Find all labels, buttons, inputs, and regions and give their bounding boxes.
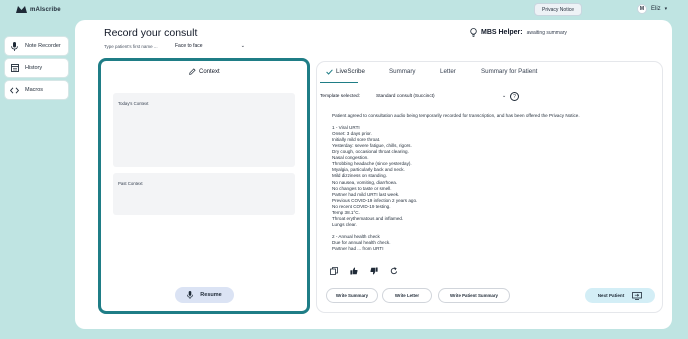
next-patient-label: Next Patient bbox=[597, 293, 625, 298]
write-patient-summary-button[interactable]: Write Patient Summary bbox=[439, 289, 509, 302]
transcript-line: Partner had ... from URTI bbox=[332, 246, 384, 252]
write-summary-button[interactable]: Write Summary bbox=[327, 289, 377, 302]
sidebar-item-note-recorder[interactable]: Note Recorder bbox=[5, 37, 68, 55]
tab-livescribe[interactable]: LiveScribe bbox=[326, 68, 365, 75]
page-title: Record your consult bbox=[104, 27, 198, 39]
sidebar-item-label: History bbox=[25, 65, 43, 71]
past-context-input[interactable] bbox=[113, 173, 295, 215]
chevron-down-icon: ⌄ bbox=[501, 94, 506, 99]
next-patient-button[interactable]: Next Patient bbox=[585, 288, 655, 303]
lightbulb-icon bbox=[470, 28, 477, 37]
tab-summary[interactable]: Summary bbox=[389, 68, 415, 75]
context-title: Context bbox=[189, 68, 220, 75]
copy-icon[interactable] bbox=[329, 266, 338, 275]
past-context-label: Past Context bbox=[118, 181, 143, 186]
brand-name: mAIscribe bbox=[30, 6, 61, 13]
template-label: Template selected: bbox=[320, 94, 360, 99]
user-name: Eliz bbox=[651, 6, 661, 12]
code-icon bbox=[10, 86, 19, 95]
checkmark-icon bbox=[326, 68, 333, 75]
resume-label: Resume bbox=[200, 292, 222, 298]
tab-summary-for-patient[interactable]: Summary for Patient bbox=[481, 68, 537, 75]
thumbs-down-icon[interactable] bbox=[369, 266, 378, 275]
monitor-arrow-icon bbox=[632, 291, 643, 300]
pencil-icon bbox=[189, 68, 196, 75]
patient-name-input[interactable]: Type patient's first name ... bbox=[104, 44, 158, 49]
help-icon[interactable]: ? bbox=[510, 92, 519, 101]
active-tab-indicator bbox=[320, 82, 358, 83]
microphone-icon bbox=[10, 41, 19, 51]
template-value: Standard consult (Succinct) bbox=[376, 94, 435, 99]
brand: mAIscribe bbox=[16, 6, 61, 13]
todays-context-label: Today's Context bbox=[118, 101, 149, 106]
sidebar-item-macros[interactable]: Macros bbox=[5, 81, 68, 99]
calendar-icon bbox=[10, 64, 19, 73]
user-menu[interactable]: M Eliz ▾ bbox=[637, 4, 667, 14]
sidebar-item-label: Macros bbox=[25, 87, 44, 93]
tab-letter[interactable]: Letter bbox=[440, 68, 456, 75]
mbs-helper: MBS Helper: awaiting summary bbox=[470, 28, 567, 37]
microphone-icon bbox=[187, 291, 194, 299]
chevron-down-icon: ▾ bbox=[664, 6, 668, 12]
refresh-icon[interactable] bbox=[389, 266, 398, 275]
consult-type-select[interactable]: Face to face ⌄ bbox=[175, 43, 245, 49]
avatar: M bbox=[637, 4, 647, 14]
thumbs-up-icon[interactable] bbox=[349, 266, 358, 275]
mbs-helper-label: MBS Helper: bbox=[481, 29, 523, 36]
chevron-down-icon: ⌄ bbox=[240, 43, 245, 49]
mbs-helper-status: awaiting summary bbox=[526, 29, 567, 36]
transcript-text: Patient agreed to consultation audio bei… bbox=[332, 113, 652, 258]
privacy-notice-button[interactable]: Privacy Notice bbox=[534, 3, 582, 16]
brand-logo-icon bbox=[16, 6, 27, 13]
resume-button[interactable]: Resume bbox=[175, 287, 234, 303]
sidebar-item-label: Note Recorder bbox=[25, 43, 61, 49]
consult-type-value: Face to face bbox=[175, 43, 203, 49]
write-letter-button[interactable]: Write Letter bbox=[383, 289, 431, 302]
sidebar-item-history[interactable]: History bbox=[5, 59, 68, 77]
template-select[interactable]: Standard consult (Succinct) ⌄ bbox=[376, 94, 506, 99]
